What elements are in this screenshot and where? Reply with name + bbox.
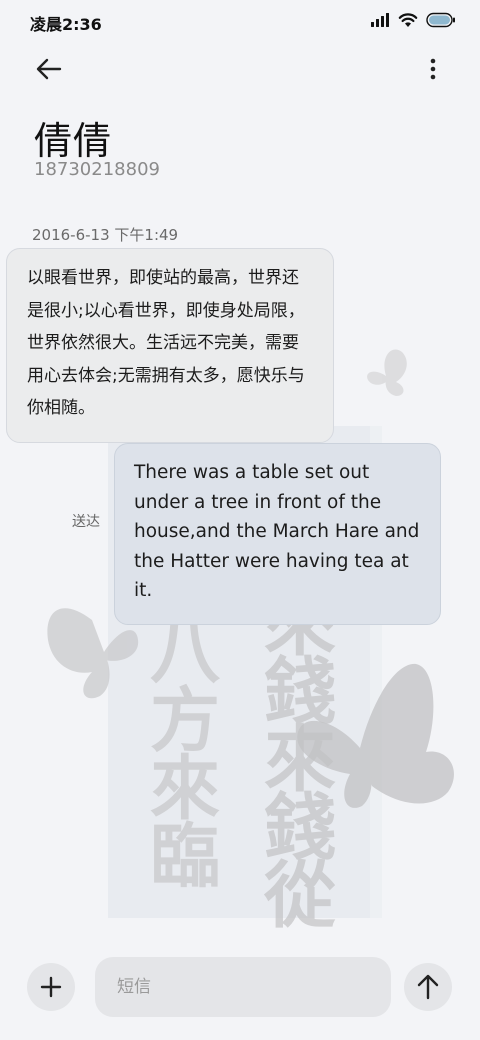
message-input[interactable] xyxy=(95,957,391,1017)
send-button[interactable] xyxy=(404,963,452,1011)
arrow-up-icon xyxy=(417,974,439,1000)
wallpaper-calligraphy-right: 來錢來錢從 xyxy=(252,585,337,929)
butterfly-right xyxy=(297,663,454,808)
back-button[interactable] xyxy=(28,50,70,88)
message-timestamp: 2016-6-13 下午1:49 xyxy=(32,226,179,244)
status-icons xyxy=(370,12,456,28)
arrow-left-icon xyxy=(36,58,62,80)
contact-number[interactable]: 18730218809 xyxy=(34,159,160,180)
delivery-status: 送达 xyxy=(72,514,100,530)
add-attachment-button[interactable] xyxy=(27,963,75,1011)
status-time: 凌晨2:36 xyxy=(30,15,102,34)
outgoing-message-bubble[interactable]: There was a table set out under a tree i… xyxy=(114,443,441,625)
butterfly-small xyxy=(367,349,407,396)
more-options-button[interactable] xyxy=(418,50,448,88)
signal-icon xyxy=(371,13,389,27)
wifi-icon xyxy=(398,13,418,27)
contact-name: 倩倩 xyxy=(34,119,113,163)
incoming-message-bubble[interactable]: 以眼看世界，即使站的最高，世界还是很小;以心看世界，即使身处局限，世界依然很大。… xyxy=(6,248,334,443)
battery-icon xyxy=(426,12,455,28)
status-bar: 凌晨2:36 xyxy=(0,0,480,42)
more-vertical-icon xyxy=(430,58,436,80)
messaging-screen: 八方來臨 來錢來錢從 凌晨2:36 倩倩 18730218809 2016-6-… xyxy=(0,0,480,1040)
plus-icon xyxy=(40,976,62,998)
wallpaper-calligraphy-left: 八方來臨 xyxy=(139,615,222,888)
